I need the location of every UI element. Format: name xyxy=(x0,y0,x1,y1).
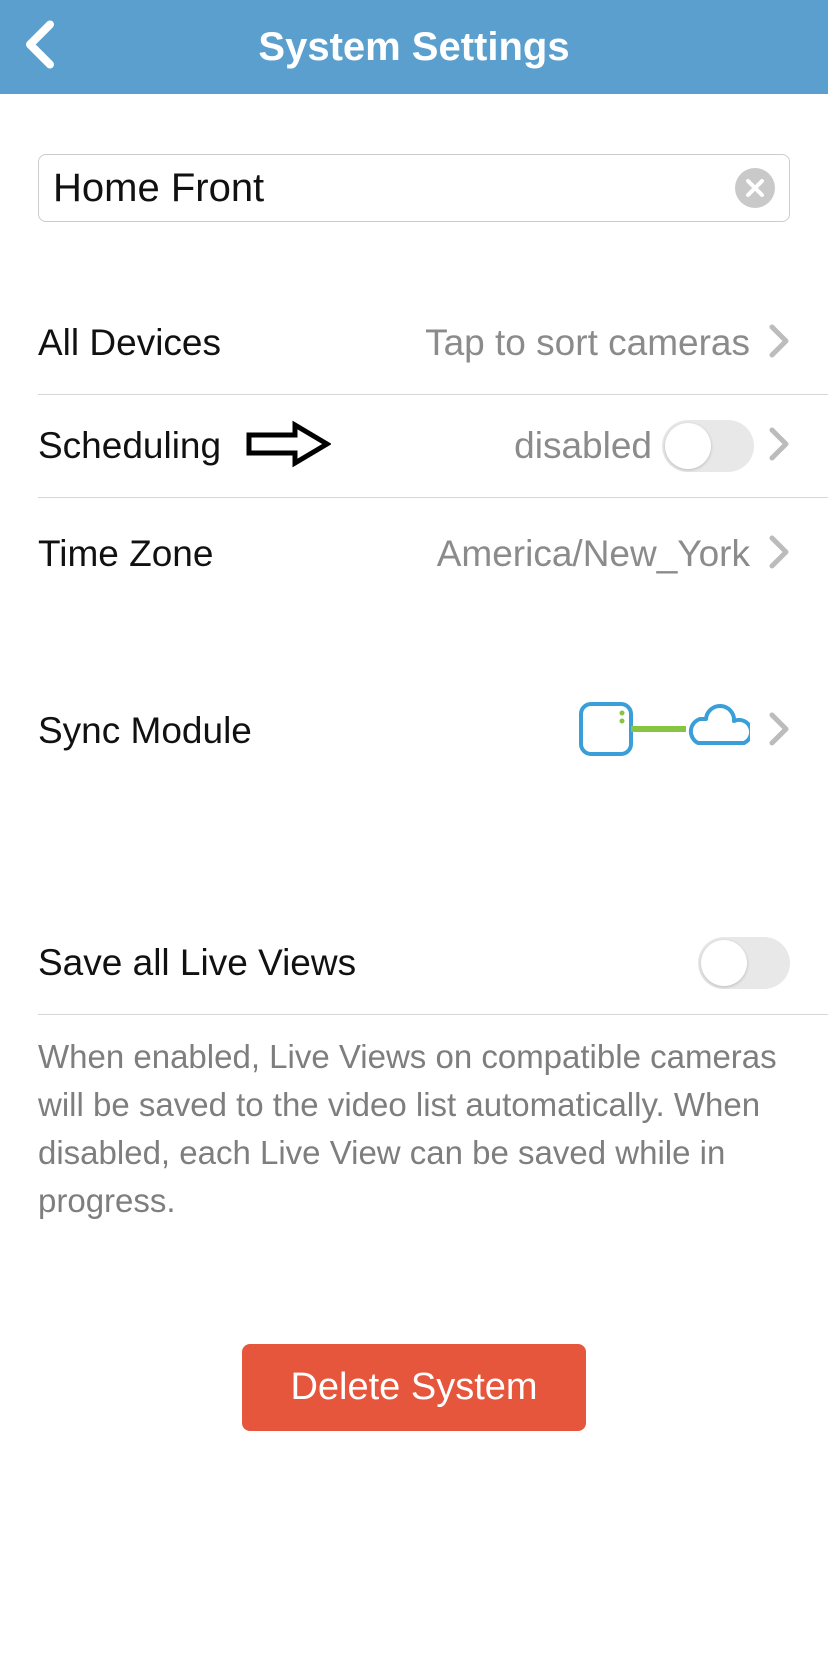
page-title: System Settings xyxy=(258,25,569,70)
delete-system-button[interactable]: Delete System xyxy=(242,1344,585,1431)
time-zone-value: America/New_York xyxy=(437,533,750,575)
delete-section: Delete System xyxy=(0,1224,828,1431)
settings-group-1: All Devices Tap to sort cameras Scheduli… xyxy=(0,222,828,610)
settings-group-3: Save all Live Views When enabled, Live V… xyxy=(0,782,828,1224)
chevron-left-icon xyxy=(22,19,56,71)
chevron-right-icon xyxy=(768,323,790,364)
save-live-views-toggle[interactable] xyxy=(698,937,790,989)
all-devices-value: Tap to sort cameras xyxy=(425,322,750,364)
app-header: System Settings xyxy=(0,0,828,94)
chevron-right-icon xyxy=(768,426,790,467)
settings-group-2: Sync Module xyxy=(0,610,828,782)
arrow-right-icon xyxy=(245,419,331,474)
save-live-views-help: When enabled, Live Views on compatible c… xyxy=(38,1014,828,1224)
scheduling-toggle[interactable] xyxy=(662,420,754,472)
system-name-value: Home Front xyxy=(53,166,264,211)
scheduling-row[interactable]: Scheduling disabled xyxy=(0,395,828,497)
clear-input-button[interactable] xyxy=(735,168,775,208)
save-live-views-row: Save all Live Views xyxy=(0,912,828,1014)
sync-module-cloud-icon xyxy=(578,699,750,764)
chevron-right-icon xyxy=(768,534,790,575)
time-zone-label: Time Zone xyxy=(38,533,213,575)
save-live-views-label: Save all Live Views xyxy=(38,942,356,984)
chevron-right-icon xyxy=(768,711,790,752)
x-icon xyxy=(745,178,765,198)
system-name-section: Home Front xyxy=(0,94,828,222)
all-devices-row[interactable]: All Devices Tap to sort cameras xyxy=(0,292,828,394)
sync-module-label: Sync Module xyxy=(38,710,252,752)
time-zone-row[interactable]: Time Zone America/New_York xyxy=(0,498,828,610)
all-devices-label: All Devices xyxy=(38,322,221,364)
scheduling-value: disabled xyxy=(514,425,652,467)
sync-module-row[interactable]: Sync Module xyxy=(0,680,828,782)
system-name-input[interactable]: Home Front xyxy=(38,154,790,222)
back-button[interactable] xyxy=(22,19,56,76)
scheduling-label: Scheduling xyxy=(38,425,221,467)
